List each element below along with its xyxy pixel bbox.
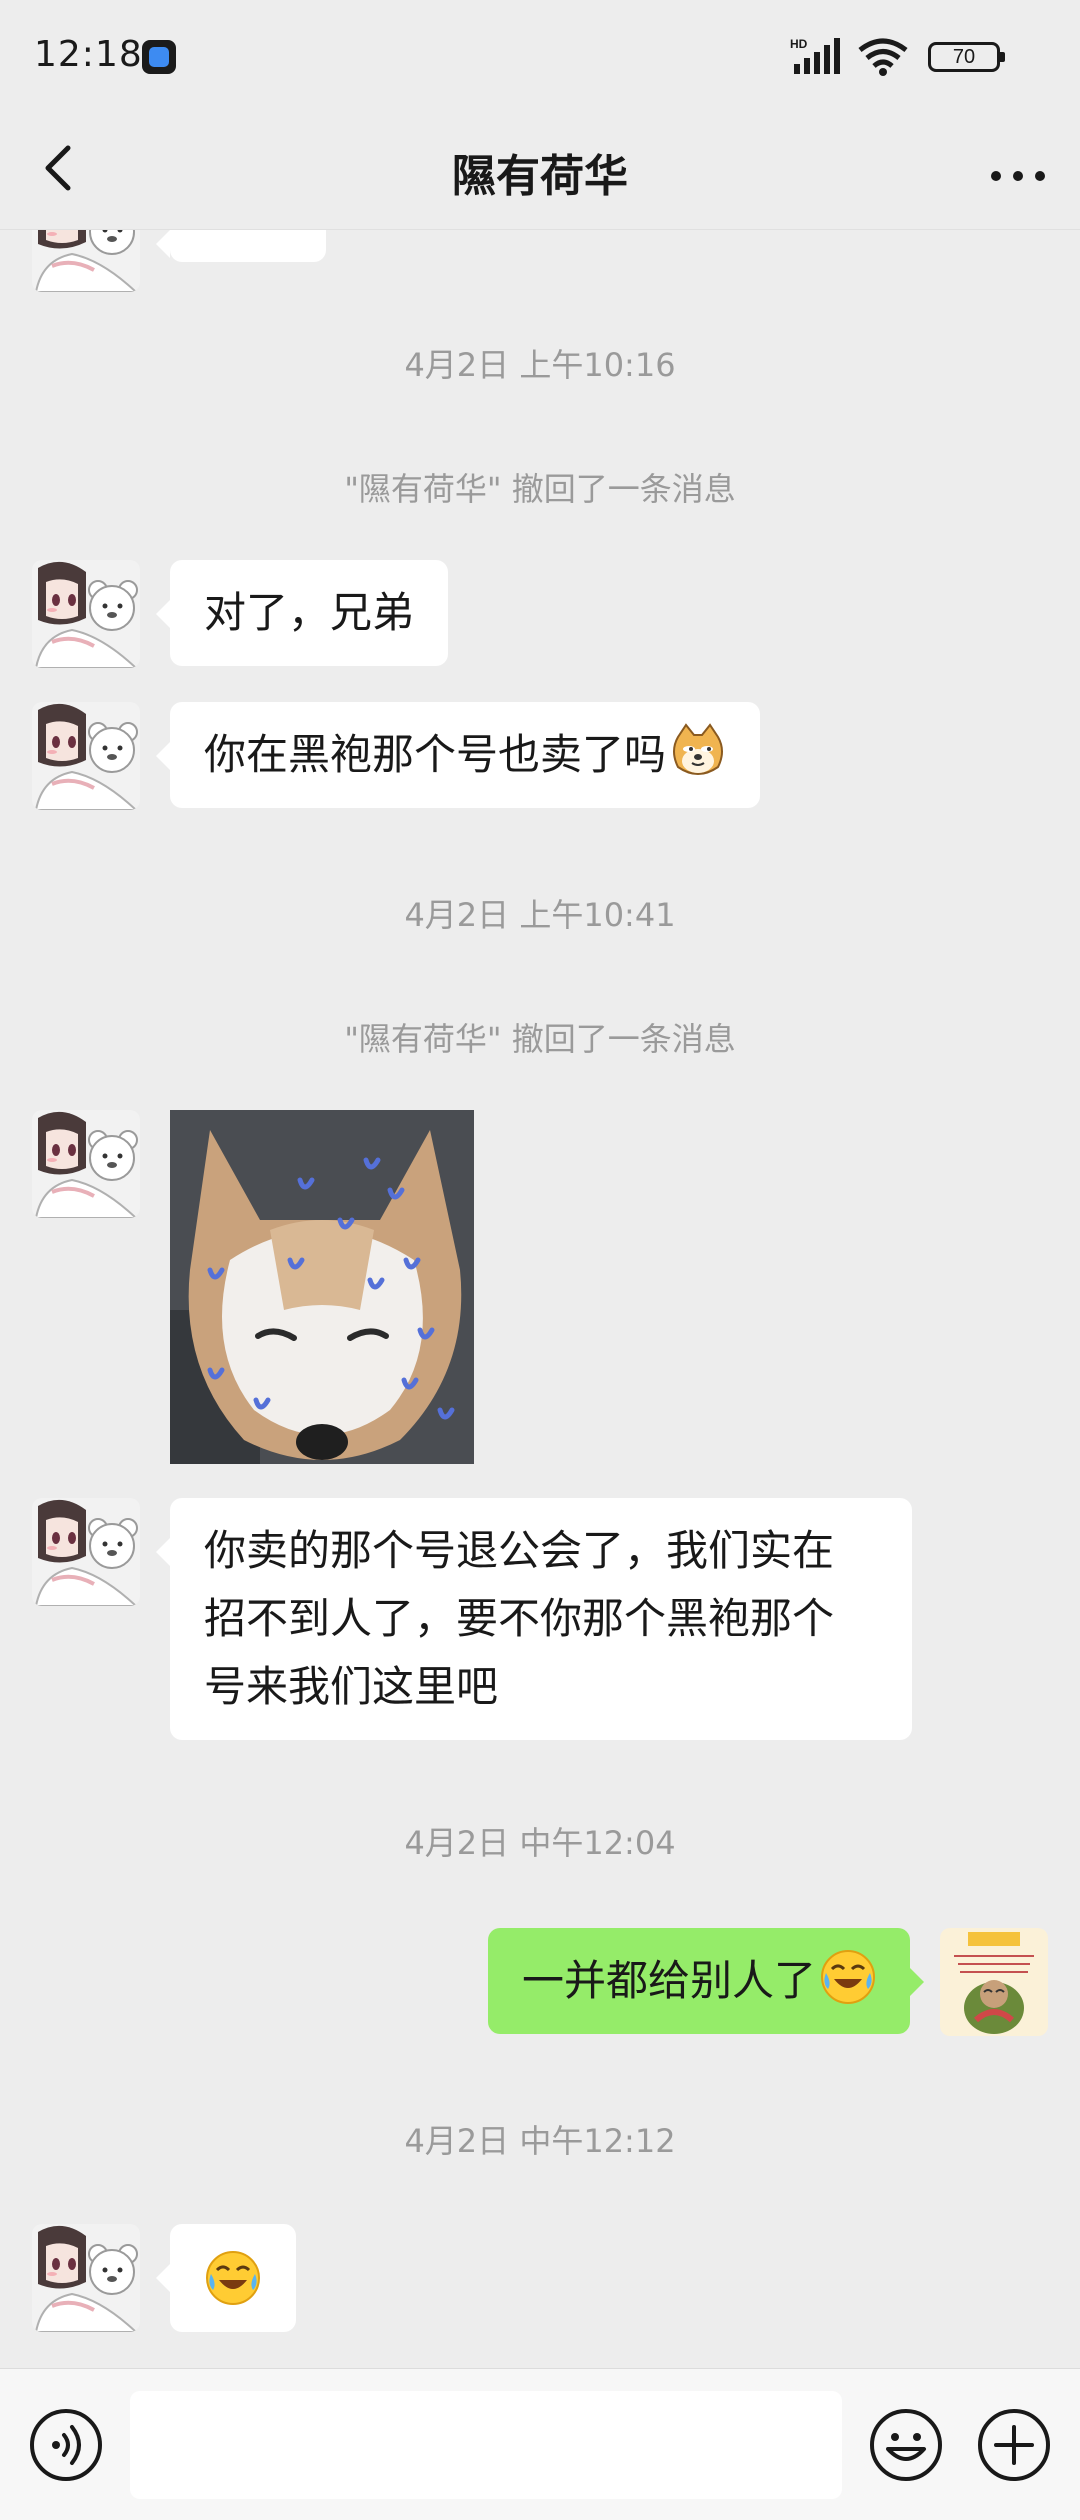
voice-button[interactable] bbox=[28, 2407, 104, 2483]
message-text-line: 号来我们这里吧 bbox=[204, 1662, 499, 1711]
emoji-message-bubble[interactable] bbox=[156, 2224, 296, 2332]
message-timestamp: 4月2日 上午10:16 bbox=[404, 346, 676, 384]
message-text: 对了，兄弟 bbox=[204, 588, 415, 637]
sent-message-bubble[interactable]: 一并都给别人了 bbox=[487, 1928, 925, 2034]
message-list[interactable]: 4月2日 上午10:16 "隰有荷华" 撤回了一条消息 对了，兄弟 你在黑袍那个… bbox=[0, 230, 1080, 2368]
voice-icon bbox=[30, 2409, 102, 2481]
my-avatar[interactable] bbox=[940, 1928, 1048, 2036]
plus-button[interactable] bbox=[976, 2407, 1052, 2483]
cry-laugh-emoji-icon bbox=[205, 2250, 261, 2306]
contact-avatar[interactable] bbox=[32, 1110, 140, 1218]
network-label: HD bbox=[790, 37, 808, 51]
message-bubble-partial[interactable] bbox=[156, 230, 326, 262]
contact-avatar[interactable] bbox=[32, 1498, 140, 1606]
emoji-button[interactable] bbox=[868, 2407, 944, 2483]
doge-emoji-icon bbox=[673, 724, 724, 775]
contact-avatar[interactable] bbox=[32, 2224, 140, 2332]
status-time: 12:18 bbox=[34, 34, 143, 75]
message-bubble[interactable]: 你卖的那个号退公会了，我们实在 招不到人了，要不你那个黑袍那个 号来我们这里吧 bbox=[156, 1498, 912, 1740]
recall-notice: "隰有荷华" 撤回了一条消息 bbox=[344, 470, 736, 508]
chat-header: 隰有荷华 bbox=[0, 110, 1080, 230]
contact-avatar[interactable] bbox=[32, 560, 140, 668]
app-upload-icon bbox=[142, 40, 176, 74]
contact-avatar[interactable] bbox=[32, 702, 140, 810]
message-bubble[interactable]: 你在黑袍那个号也卖了吗 bbox=[155, 702, 761, 808]
message-input[interactable] bbox=[130, 2391, 842, 2499]
emoji-icon bbox=[870, 2409, 942, 2481]
message-text: 一并都给别人了 bbox=[521, 1956, 816, 2005]
input-bar bbox=[0, 2368, 1080, 2520]
plus-icon bbox=[978, 2409, 1050, 2481]
cry-laugh-emoji-icon bbox=[820, 1949, 876, 2005]
shiba-dog-sticker-image[interactable] bbox=[170, 1110, 474, 1464]
message-text-line: 招不到人了，要不你那个黑袍那个 bbox=[204, 1594, 835, 1643]
more-dots-icon bbox=[991, 171, 1045, 181]
wifi-icon bbox=[858, 38, 908, 76]
message-text: 你在黑袍那个号也卖了吗 bbox=[204, 730, 667, 779]
message-timestamp: 4月2日 上午10:41 bbox=[404, 896, 676, 934]
message-timestamp: 4月2日 中午12:12 bbox=[404, 2122, 676, 2160]
contact-avatar[interactable] bbox=[32, 230, 140, 292]
message-text-line: 你卖的那个号退公会了，我们实在 bbox=[204, 1526, 835, 1575]
chat-title: 隰有荷华 bbox=[452, 151, 628, 202]
status-bar: 12:18 HD 70 bbox=[0, 0, 1080, 110]
more-button[interactable] bbox=[986, 138, 1050, 198]
signal-icon: HD bbox=[790, 37, 840, 74]
message-timestamp: 4月2日 中午12:04 bbox=[404, 1824, 676, 1862]
message-bubble[interactable]: 对了，兄弟 bbox=[155, 560, 449, 666]
battery-icon: 70 bbox=[928, 42, 1005, 72]
recall-notice: "隰有荷华" 撤回了一条消息 bbox=[344, 1020, 736, 1058]
